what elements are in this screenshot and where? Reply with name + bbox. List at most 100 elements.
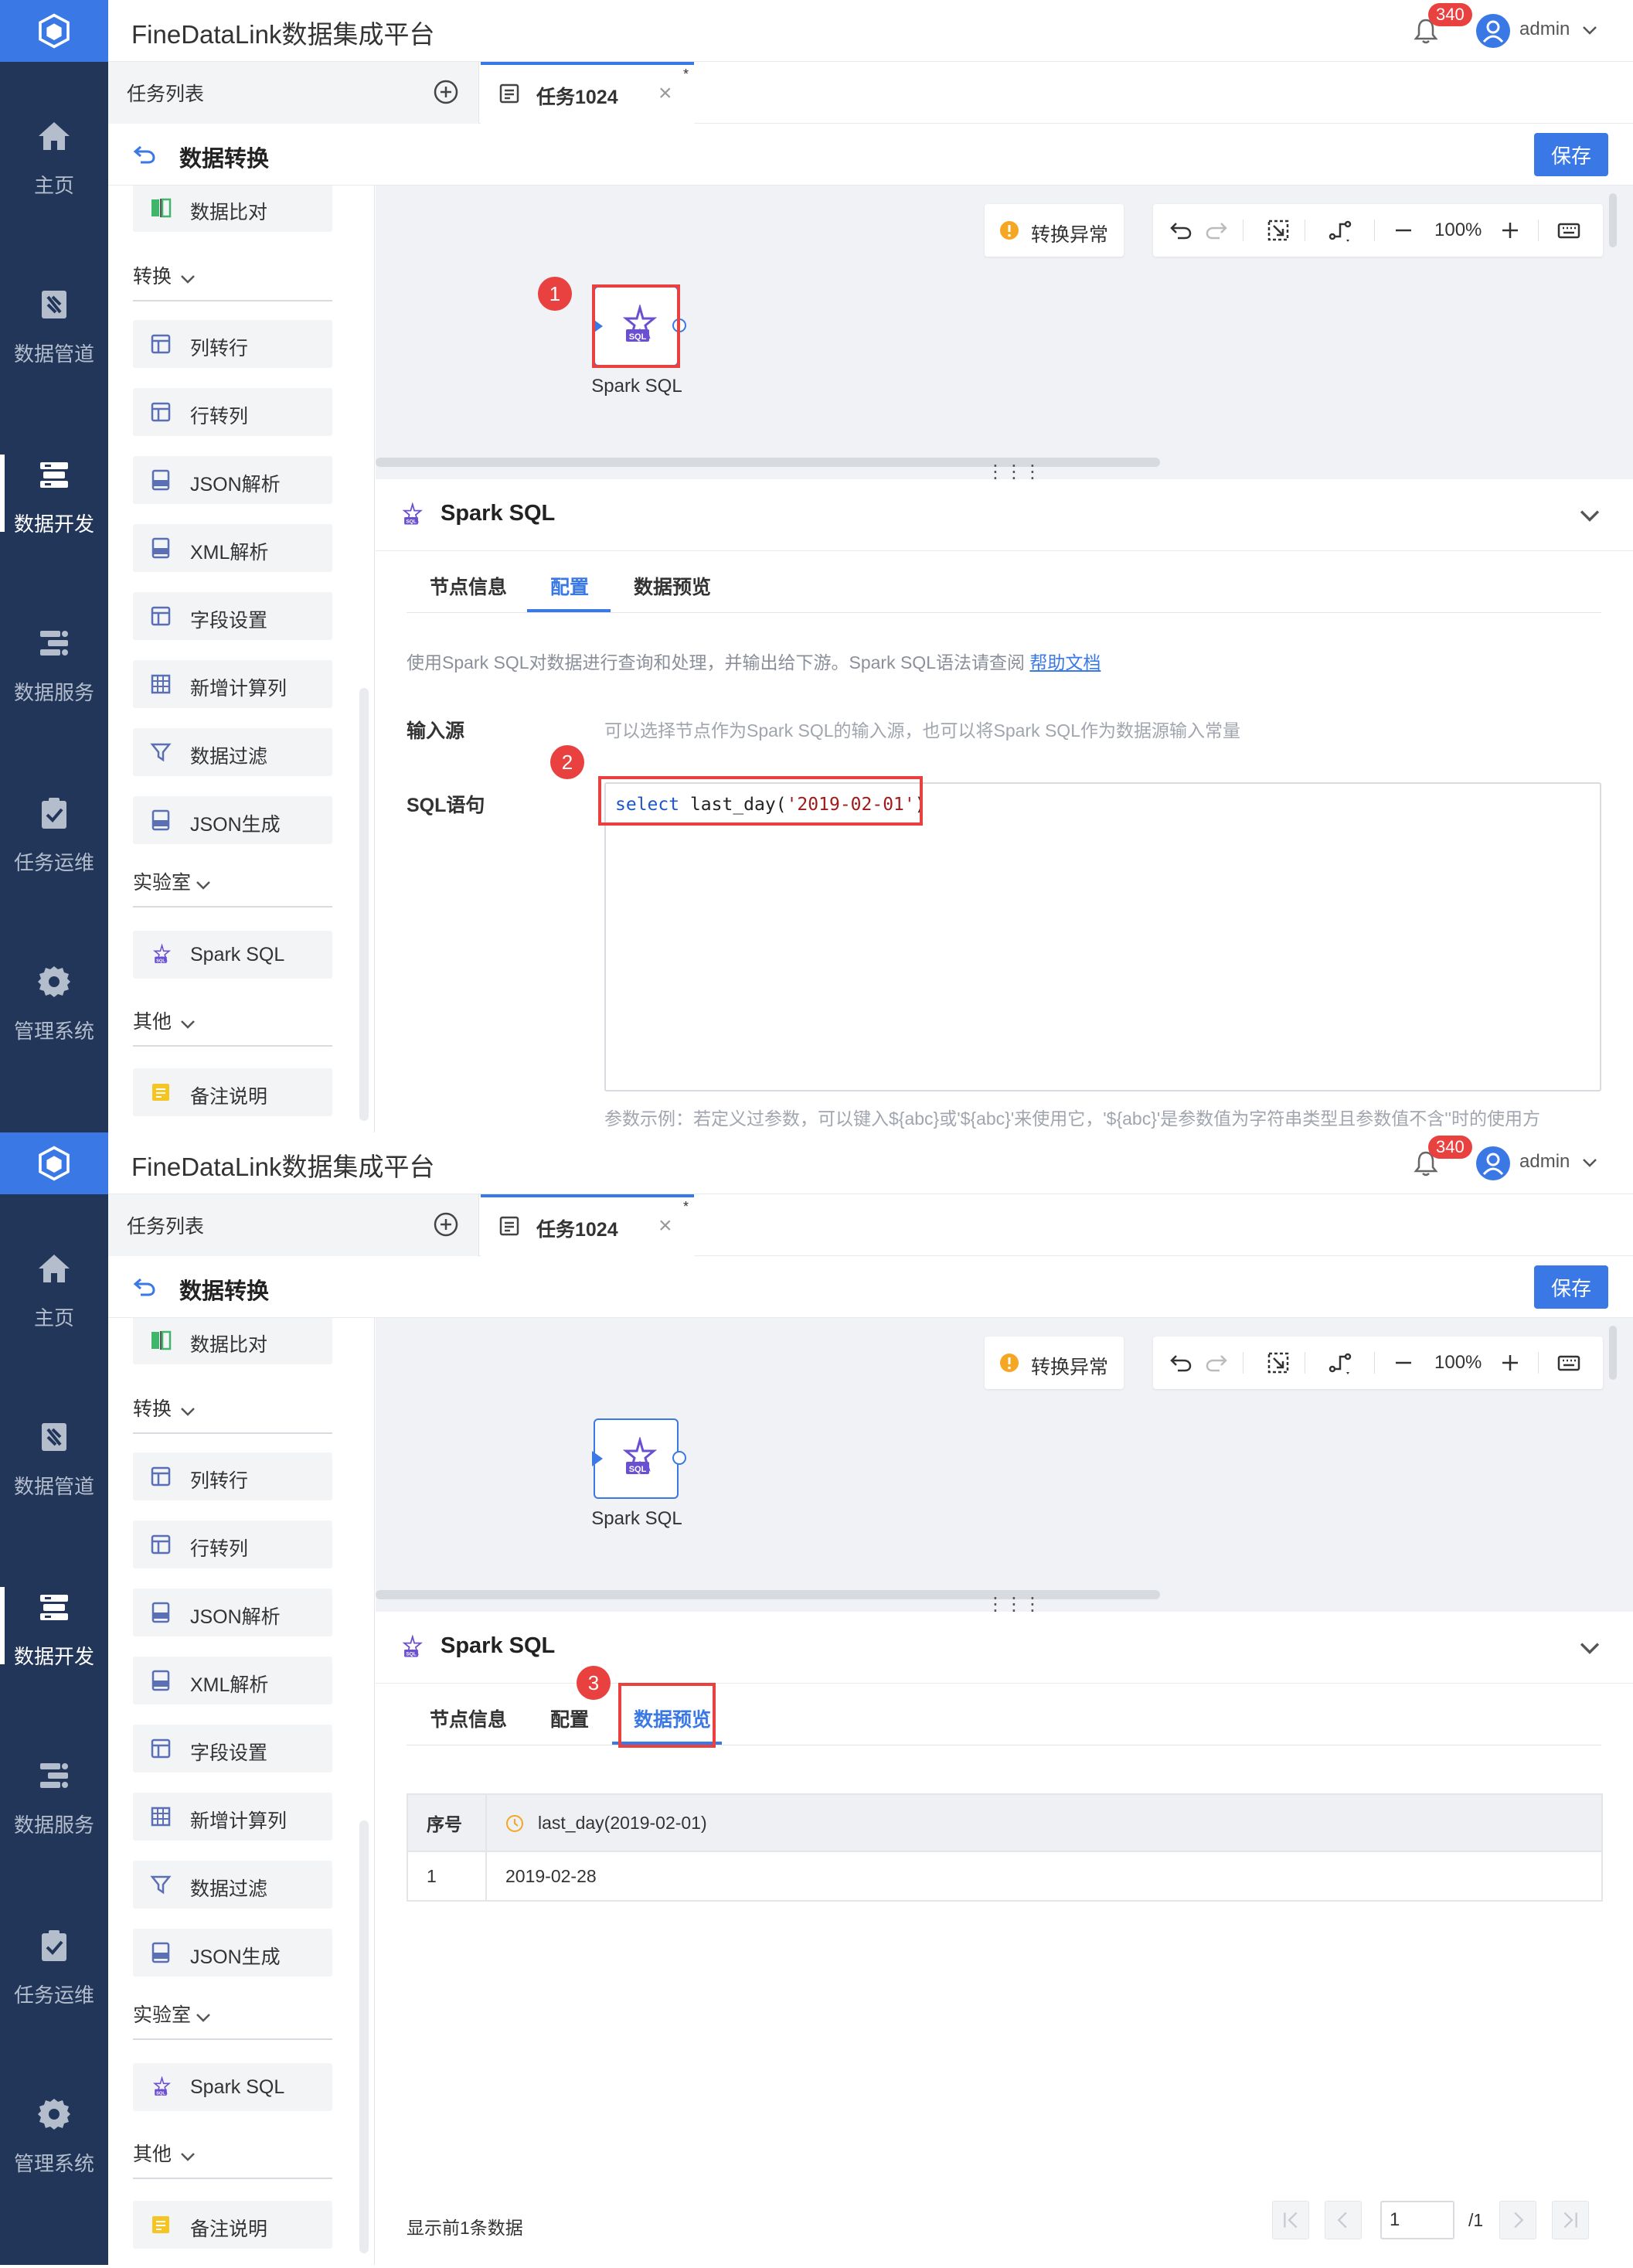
- last-page-icon[interactable]: [1552, 2201, 1589, 2239]
- nav-item-pipeline[interactable]: 数据管道: [0, 1378, 108, 1533]
- add-task-icon[interactable]: [433, 79, 459, 105]
- save-button[interactable]: 保存: [1534, 1265, 1608, 1309]
- zoom-out-icon[interactable]: [1391, 1350, 1416, 1375]
- palette-scrollbar[interactable]: [359, 1820, 369, 2253]
- avatar[interactable]: [1476, 14, 1510, 48]
- tab-task1024[interactable]: 任务1024 × *: [481, 1194, 694, 1256]
- palette-item-calc-column[interactable]: 新增计算列: [133, 660, 332, 708]
- nav-item-service[interactable]: 数据服务: [0, 1717, 108, 1871]
- canvas-horizontal-scrollbar[interactable]: [376, 458, 1160, 467]
- chevron-down-icon[interactable]: [1581, 22, 1598, 39]
- first-page-icon[interactable]: [1272, 2201, 1309, 2239]
- palette-item-json-gen[interactable]: JSON生成: [133, 796, 332, 844]
- palette-item-filter[interactable]: 数据过滤: [133, 728, 332, 776]
- previous-page-icon[interactable]: [1325, 2201, 1362, 2239]
- chevron-down-icon[interactable]: [1578, 1636, 1601, 1660]
- palette-scrollbar[interactable]: [359, 688, 369, 1121]
- palette-item-data-compare[interactable]: 数据比对: [133, 1318, 332, 1364]
- palette-item-calc-column[interactable]: 新增计算列: [133, 1793, 332, 1841]
- spark-sql-node[interactable]: [592, 1418, 686, 1499]
- flow-canvas[interactable]: 转换异常 100% Spark SQL ⋮⋮⋮: [376, 1318, 1633, 1614]
- nav-item-ops[interactable]: 任务运维: [0, 754, 108, 909]
- zoom-in-icon[interactable]: [1498, 218, 1522, 243]
- page-number-input[interactable]: [1380, 2201, 1454, 2239]
- connector-style-icon[interactable]: [1328, 1350, 1352, 1375]
- keyboard-icon[interactable]: [1556, 218, 1581, 243]
- redo-icon[interactable]: [1204, 218, 1229, 243]
- zoom-in-icon[interactable]: [1498, 1350, 1522, 1375]
- nav-item-admin[interactable]: 管理系统: [0, 923, 108, 1078]
- palette-item-note[interactable]: 备注说明: [133, 2201, 332, 2249]
- avatar[interactable]: [1476, 1146, 1510, 1180]
- nav-item-home[interactable]: 主页: [0, 77, 108, 232]
- close-icon[interactable]: ×: [658, 1214, 672, 1238]
- palette-item-note[interactable]: 备注说明: [133, 1068, 332, 1116]
- tab-task1024[interactable]: 任务1024 × *: [481, 62, 694, 124]
- nav-item-dev[interactable]: 数据开发: [0, 1548, 108, 1703]
- nav-item-home[interactable]: 主页: [0, 1210, 108, 1364]
- logo-icon[interactable]: [0, 1132, 108, 1194]
- canvas-horizontal-scrollbar[interactable]: [376, 1590, 1160, 1599]
- nav-item-admin[interactable]: 管理系统: [0, 2055, 108, 2210]
- tab-data-preview[interactable]: 数据预览: [634, 572, 711, 600]
- chevron-down-icon[interactable]: [1578, 504, 1601, 527]
- palette-item-spark-sql[interactable]: Spark SQL: [133, 2063, 332, 2111]
- tab-config[interactable]: 配置: [550, 572, 589, 600]
- palette-item-xml-parse[interactable]: XML解析: [133, 524, 332, 572]
- tab-config[interactable]: 配置: [550, 1704, 589, 1732]
- palette-item-data-compare[interactable]: 数据比对: [133, 186, 332, 232]
- back-icon[interactable]: [131, 1273, 158, 1299]
- undo-icon[interactable]: [1169, 1350, 1193, 1375]
- user-name[interactable]: admin: [1519, 1151, 1570, 1173]
- node-output-port[interactable]: [672, 1451, 686, 1465]
- input-source-hint[interactable]: 可以选择节点作为Spark SQL的输入源，也可以将Spark SQL作为数据源…: [604, 716, 1240, 742]
- palette-item-row-to-col[interactable]: 行转列: [133, 388, 332, 436]
- group-lab[interactable]: 实验室: [133, 853, 332, 908]
- palette-item-filter[interactable]: 数据过滤: [133, 1861, 332, 1909]
- group-other[interactable]: 其他: [133, 2125, 332, 2179]
- tab-node-info[interactable]: 节点信息: [430, 1704, 507, 1732]
- canvas-vertical-scrollbar[interactable]: [1609, 1326, 1617, 1380]
- palette-item-row-to-col[interactable]: 行转列: [133, 1521, 332, 1568]
- logo-icon[interactable]: [0, 0, 108, 62]
- group-transform[interactable]: 转换: [133, 247, 332, 301]
- status-toolbar[interactable]: 转换异常: [985, 1337, 1124, 1389]
- redo-icon[interactable]: [1204, 1350, 1229, 1375]
- nav-item-pipeline[interactable]: 数据管道: [0, 246, 108, 400]
- task-list-tab[interactable]: 任务列表: [108, 62, 479, 124]
- nav-item-dev[interactable]: 数据开发: [0, 416, 108, 570]
- fit-view-icon[interactable]: [1266, 1350, 1291, 1375]
- palette-item-json-parse[interactable]: JSON解析: [133, 1589, 332, 1636]
- palette-item-json-parse[interactable]: JSON解析: [133, 456, 332, 504]
- group-other[interactable]: 其他: [133, 993, 332, 1047]
- sql-editor[interactable]: select last_day('2019-02-01'): [604, 782, 1601, 1091]
- nav-item-ops[interactable]: 任务运维: [0, 1887, 108, 2042]
- chevron-down-icon[interactable]: [1581, 1154, 1598, 1171]
- palette-item-xml-parse[interactable]: XML解析: [133, 1657, 332, 1704]
- help-doc-link[interactable]: 帮助文档: [1029, 652, 1101, 673]
- canvas-vertical-scrollbar[interactable]: [1609, 193, 1617, 247]
- palette-item-col-to-row[interactable]: 列转行: [133, 320, 332, 368]
- palette-item-col-to-row[interactable]: 列转行: [133, 1452, 332, 1500]
- status-toolbar[interactable]: 转换异常: [985, 204, 1124, 257]
- add-task-icon[interactable]: [433, 1211, 459, 1238]
- undo-icon[interactable]: [1169, 218, 1193, 243]
- close-icon[interactable]: ×: [658, 82, 672, 105]
- node-input-port[interactable]: [592, 1451, 603, 1466]
- palette-item-spark-sql[interactable]: Spark SQL: [133, 931, 332, 979]
- next-page-icon[interactable]: [1499, 2201, 1536, 2239]
- palette-item-field-settings[interactable]: 字段设置: [133, 592, 332, 640]
- connector-style-icon[interactable]: [1328, 218, 1352, 243]
- back-icon[interactable]: [131, 141, 158, 167]
- fit-view-icon[interactable]: [1266, 218, 1291, 243]
- nav-item-service[interactable]: 数据服务: [0, 584, 108, 739]
- keyboard-icon[interactable]: [1556, 1350, 1581, 1375]
- tab-node-info[interactable]: 节点信息: [430, 572, 507, 600]
- task-list-tab[interactable]: 任务列表: [108, 1194, 479, 1256]
- palette-item-field-settings[interactable]: 字段设置: [133, 1725, 332, 1773]
- group-lab[interactable]: 实验室: [133, 1986, 332, 2040]
- save-button[interactable]: 保存: [1534, 133, 1608, 176]
- palette-item-json-gen[interactable]: JSON生成: [133, 1929, 332, 1977]
- flow-canvas[interactable]: 转换异常 100% Spark SQL 1 ⋮⋮⋮: [376, 186, 1633, 482]
- user-name[interactable]: admin: [1519, 19, 1570, 40]
